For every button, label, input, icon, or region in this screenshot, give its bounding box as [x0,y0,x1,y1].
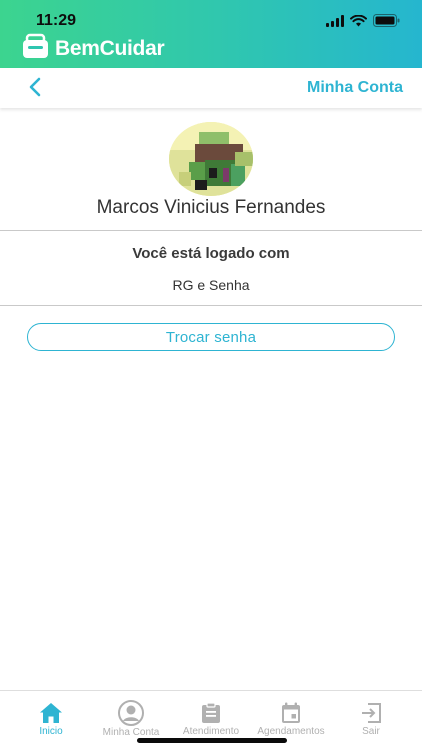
divider-bottom [0,305,422,306]
tab-label-sair: Sair [362,726,380,737]
login-method: RG e Senha [172,277,250,293]
tab-sair[interactable]: Sair [329,691,413,737]
user-circle-icon [118,700,144,726]
page-title: Minha Conta [307,79,403,96]
home-icon [39,701,63,724]
logout-icon [360,701,382,724]
profile-name: Marcos Vinicius Fernandes [96,197,326,218]
tab-minha-conta[interactable]: Minha Conta [89,691,173,738]
clipboard-icon [201,701,221,724]
tab-atendimento[interactable]: Atendimento [169,691,253,737]
divider-top [0,230,422,231]
heart-box-icon [22,33,49,64]
nav-bar: Minha Conta [0,68,422,108]
tab-inicio[interactable]: Inicio [9,691,93,737]
change-password-button[interactable]: Trocar senha [27,323,395,351]
brand-logo: BemCuidar [22,33,165,64]
tab-agendamentos[interactable]: Agendamentos [249,691,333,737]
home-indicator [137,738,287,743]
status-bar: 11:29 [0,0,422,29]
tab-label-agendamentos: Agendamentos [257,726,325,737]
chevron-left-icon [28,77,42,102]
brand-name: BemCuidar [55,36,165,60]
back-button[interactable] [20,74,50,104]
calendar-icon [281,701,301,724]
tab-label-minha-conta: Minha Conta [102,727,160,738]
tab-label-atendimento: Atendimento [182,726,240,737]
tab-label-inicio: Inicio [39,726,63,737]
brand-header: BemCuidar [0,28,422,68]
avatar [169,122,253,196]
login-title: Você está logado com [132,245,290,262]
